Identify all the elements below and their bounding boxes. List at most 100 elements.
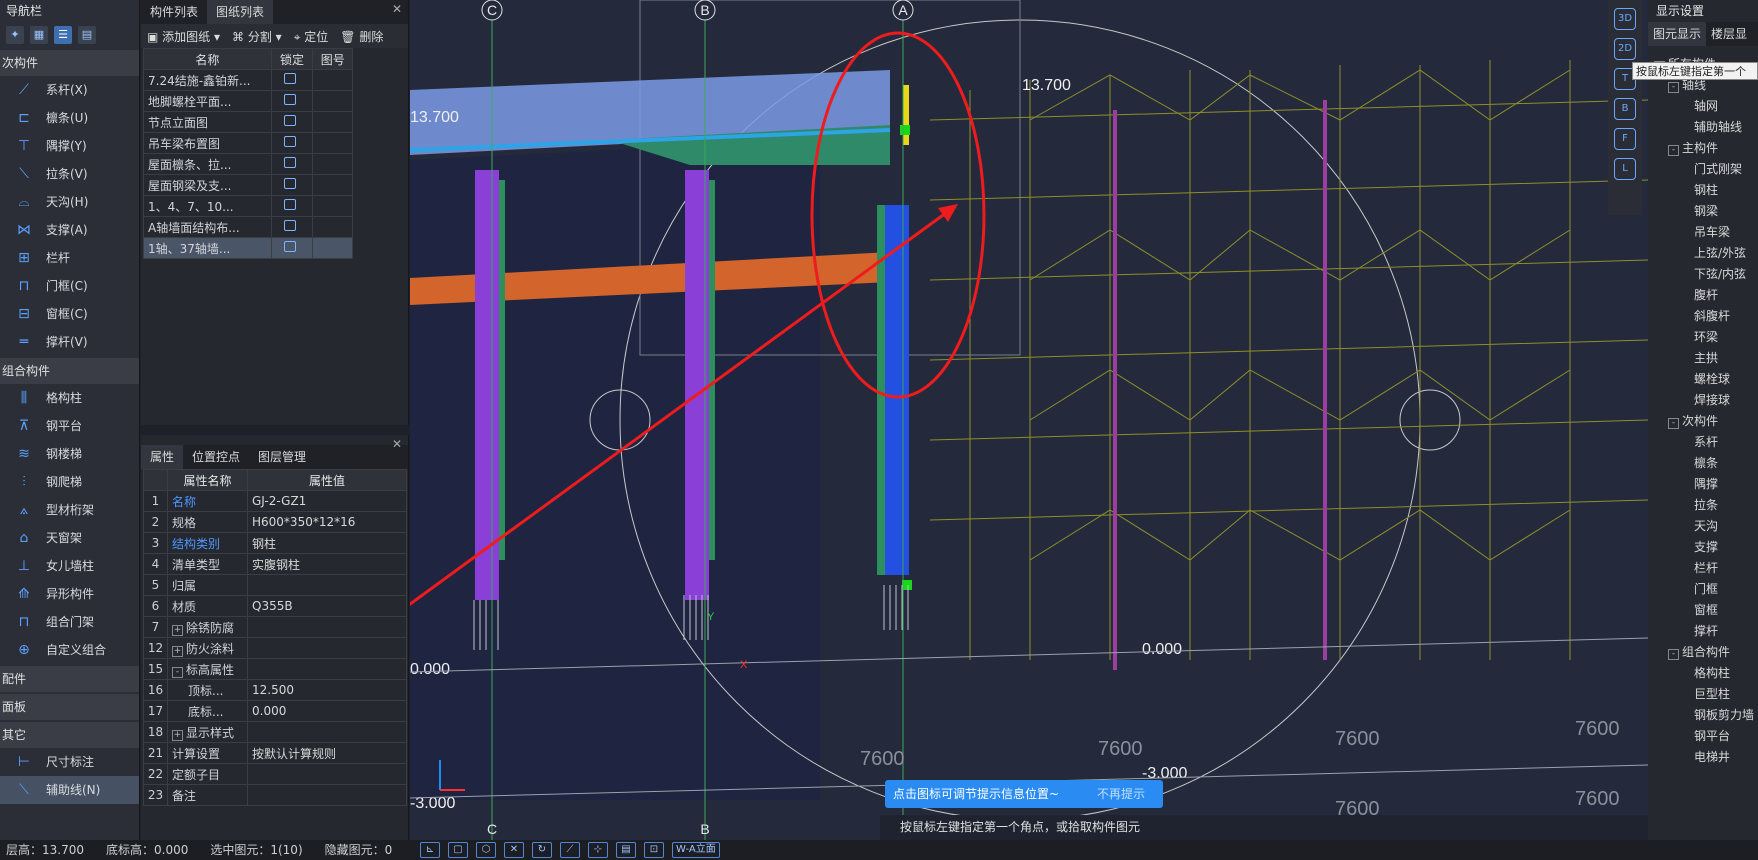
- snap-icon[interactable]: ⊾: [420, 842, 440, 858]
- lock-icon[interactable]: [283, 115, 296, 126]
- lock-icon[interactable]: [283, 220, 296, 231]
- display-tree-item[interactable]: 上弦/外弦: [1648, 243, 1758, 264]
- display-tree-item[interactable]: 隅撑: [1648, 474, 1758, 495]
- display-tree-item[interactable]: 系杆: [1648, 432, 1758, 453]
- nav-item[interactable]: ⊼ 钢平台: [0, 412, 139, 440]
- property-value[interactable]: [247, 616, 407, 638]
- tab-position-points[interactable]: 位置控点: [183, 445, 249, 469]
- nav-section-header[interactable]: 次构件: [0, 50, 139, 76]
- collapse-icon[interactable]: -: [172, 666, 183, 678]
- table-row[interactable]: 1轴、37轴墙...: [143, 237, 353, 259]
- property-row[interactable]: 6 材质 Q355B: [143, 595, 407, 617]
- nav-section-header[interactable]: 组合构件: [0, 358, 139, 384]
- nav-item[interactable]: ⟋ 系杆(X): [0, 76, 139, 104]
- property-row[interactable]: 18 + 显示样式: [143, 721, 407, 743]
- display-tree-item[interactable]: 螺栓球: [1648, 369, 1758, 390]
- display-tree-item[interactable]: 钢梁: [1648, 201, 1758, 222]
- nav-item[interactable]: ⫶ 钢爬梯: [0, 468, 139, 496]
- display-tree-item[interactable]: 下弦/内弦: [1648, 264, 1758, 285]
- table-row[interactable]: 吊车梁布置图: [143, 132, 353, 154]
- 3d-viewport[interactable]: C B A C B 13.700 13.700 0.000 0.000 -3.0…: [410, 0, 1648, 840]
- nav-item[interactable]: ⊟ 窗框(C): [0, 300, 139, 328]
- pin-icon[interactable]: ✦: [6, 26, 24, 44]
- nav-item[interactable]: ⟍ 拉条(V): [0, 160, 139, 188]
- display-tree-item[interactable]: 门式刚架: [1648, 159, 1758, 180]
- property-value[interactable]: Q355B: [247, 595, 407, 617]
- display-tree-item[interactable]: 格构柱: [1648, 663, 1758, 684]
- display-tree-item[interactable]: 门框: [1648, 579, 1758, 600]
- tab-floor-display[interactable]: 楼层显: [1706, 22, 1752, 46]
- view-toggle-icon[interactable]: ▦: [30, 26, 48, 44]
- property-row[interactable]: 21 计算设置 按默认计算规则: [143, 742, 407, 764]
- lock-icon[interactable]: [283, 199, 296, 210]
- property-row[interactable]: 7 + 除锈防腐: [143, 616, 407, 638]
- property-row[interactable]: 17 底标... 0.000: [143, 700, 407, 722]
- display-tree-item[interactable]: 腹杆: [1648, 285, 1758, 306]
- display-tree-item[interactable]: - 组合构件: [1648, 642, 1758, 663]
- lock-icon[interactable]: [283, 178, 296, 189]
- property-value[interactable]: [247, 784, 407, 806]
- display-tree-item[interactable]: 钢柱: [1648, 180, 1758, 201]
- property-value[interactable]: GJ-2-GZ1: [247, 490, 407, 512]
- display-tree-item[interactable]: 栏杆: [1648, 558, 1758, 579]
- property-value[interactable]: 12.500: [247, 679, 407, 701]
- lock-icon[interactable]: [283, 94, 296, 105]
- lock-icon[interactable]: [283, 241, 296, 252]
- nav-item[interactable]: ≋ 钢楼梯: [0, 440, 139, 468]
- view-2d-icon[interactable]: 2D: [1614, 38, 1636, 60]
- coordinate-icon[interactable]: ⊹: [588, 842, 608, 858]
- table-row[interactable]: A轴墙面结构布...: [143, 216, 353, 238]
- view-3d-icon[interactable]: 3D: [1614, 8, 1636, 30]
- lock-icon[interactable]: [283, 157, 296, 168]
- nav-section-header[interactable]: 其它: [0, 722, 139, 748]
- property-value[interactable]: [247, 721, 407, 743]
- display-tree-item[interactable]: 轴网: [1648, 96, 1758, 117]
- cube-icon[interactable]: ⬡: [476, 842, 496, 858]
- nav-item[interactable]: ⋈ 支撑(A): [0, 216, 139, 244]
- table-row[interactable]: 节点立面图: [143, 111, 353, 133]
- nav-item[interactable]: ⊓ 组合门架: [0, 608, 139, 636]
- property-value[interactable]: 按默认计算规则: [247, 742, 407, 764]
- add-drawing-button[interactable]: ▣ 添加图纸 ▾: [147, 28, 220, 45]
- layer-list-icon[interactable]: L: [1614, 158, 1636, 180]
- nav-item[interactable]: ⊤ 隅撑(Y): [0, 132, 139, 160]
- property-row[interactable]: 4 清单类型 实腹钢柱: [143, 553, 407, 575]
- expand-icon[interactable]: +: [172, 645, 183, 657]
- display-tree-item[interactable]: - 次构件: [1648, 411, 1758, 432]
- tab-layer-management[interactable]: 图层管理: [249, 445, 315, 469]
- property-value[interactable]: [247, 637, 407, 659]
- display-tree-item[interactable]: 电梯井: [1648, 747, 1758, 768]
- lock-icon[interactable]: [283, 73, 296, 84]
- nav-item[interactable]: ⟑ 型材桁架: [0, 496, 139, 524]
- property-value[interactable]: H600*350*12*16: [247, 511, 407, 533]
- collapse-icon[interactable]: -: [1668, 145, 1679, 156]
- nav-section-header[interactable]: 面板: [0, 694, 139, 720]
- section-icon[interactable]: ⊡: [644, 842, 664, 858]
- collapse-icon[interactable]: -: [1668, 82, 1679, 93]
- list-view-icon[interactable]: ☰: [54, 26, 72, 44]
- display-tree-item[interactable]: 斜腹杆: [1648, 306, 1758, 327]
- locate-button[interactable]: ⌖ 定位: [294, 28, 329, 45]
- property-row[interactable]: 3 结构类别 钢柱: [143, 532, 407, 554]
- display-tree-item[interactable]: 钢平台: [1648, 726, 1758, 747]
- model-canvas[interactable]: C B A C B 13.700 13.700 0.000 0.000 -3.0…: [410, 0, 1648, 840]
- display-tree-item[interactable]: 拉条: [1648, 495, 1758, 516]
- display-tree-item[interactable]: 焊接球: [1648, 390, 1758, 411]
- table-row[interactable]: 地脚螺栓平面...: [143, 90, 353, 112]
- property-row[interactable]: 15- 标高属性: [143, 658, 407, 680]
- grip-point-top[interactable]: [900, 125, 910, 135]
- detail-view-icon[interactable]: ▤: [78, 26, 96, 44]
- nav-item[interactable]: ⌂ 天窗架: [0, 524, 139, 552]
- tab-drawing-list[interactable]: 图纸列表: [207, 0, 274, 24]
- property-row[interactable]: 5 归属: [143, 574, 407, 596]
- expand-icon[interactable]: +: [172, 729, 183, 741]
- table-row[interactable]: 屋面檩条、拉...: [143, 153, 353, 175]
- nav-item[interactable]: ⊓ 门框(C): [0, 272, 139, 300]
- nav-item[interactable]: ⌓ 天沟(H): [0, 188, 139, 216]
- nav-item[interactable]: ⊞ 栏杆: [0, 244, 139, 272]
- display-tree-item[interactable]: 巨型柱: [1648, 684, 1758, 705]
- table-row[interactable]: 1、4、7、10...: [143, 195, 353, 217]
- selected-steel-column[interactable]: [885, 205, 909, 575]
- split-button[interactable]: ⌘ 分割 ▾: [232, 28, 282, 45]
- nav-item[interactable]: ⟰ 异形构件: [0, 580, 139, 608]
